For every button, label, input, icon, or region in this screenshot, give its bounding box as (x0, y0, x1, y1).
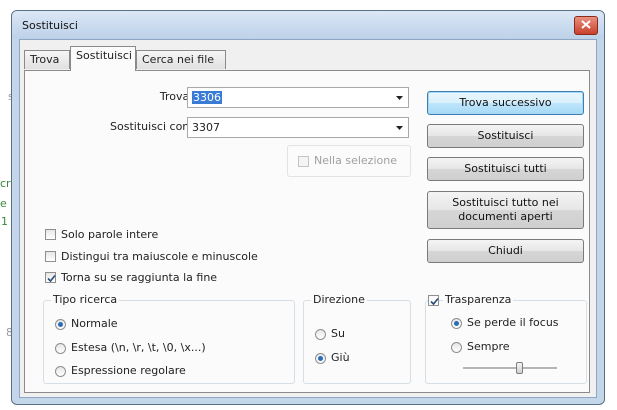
direction-down-radio[interactable] (315, 353, 326, 364)
on-lose-focus-label: Se perde il focus (467, 316, 559, 329)
dialog-body: Trova Sostituisci Cerca nei file Trova: … (19, 39, 597, 398)
whole-word-checkbox[interactable] (45, 229, 56, 240)
replace-value: 3307 (192, 121, 220, 134)
replace-all-button[interactable]: Sostituisci tutti (427, 157, 584, 181)
match-case-label: Distingui tra maiuscole e minuscole (61, 250, 258, 263)
chevron-down-icon[interactable] (396, 126, 403, 130)
find-next-button[interactable]: Trova successivo (427, 91, 584, 115)
window-title: Sostituisci (22, 19, 78, 32)
always-radio[interactable] (451, 342, 462, 353)
background-text: cr (0, 177, 11, 190)
match-case-checkbox[interactable] (45, 251, 56, 262)
direction-group: Direzione (303, 293, 411, 384)
regex-label: Espressione regolare (71, 364, 186, 377)
close-icon (581, 20, 591, 29)
chevron-down-icon[interactable] (396, 96, 403, 100)
direction-down-label: Giù (331, 351, 350, 364)
find-value: 3306 (192, 91, 222, 104)
whole-word-label: Solo parole intere (61, 228, 159, 241)
button-label-line: Sostituisci tutto nei (452, 196, 559, 209)
extended-radio[interactable] (55, 343, 66, 354)
background-text: e (0, 197, 7, 210)
replace-all-open-docs-button[interactable]: Sostituisci tutto nei documenti aperti (427, 191, 584, 229)
close-dialog-button[interactable]: Chiudi (427, 239, 584, 263)
title-bar[interactable]: Sostituisci (12, 11, 604, 39)
replace-dialog: Sostituisci Trova Sostituisci Cerca nei … (11, 10, 605, 405)
normal-label: Normale (71, 317, 118, 330)
transparency-slider-thumb[interactable] (516, 362, 524, 374)
direction-up-radio[interactable] (315, 329, 326, 340)
background-text: 1 (1, 215, 8, 228)
direction-up-label: Su (331, 327, 345, 340)
wrap-around-label: Torna su se raggiunta la fine (61, 271, 218, 284)
replace-input[interactable]: 3307 (187, 117, 409, 138)
replace-label: Sostituisci con: (110, 120, 193, 133)
tab-panel: Trova: 3306 Sostituisci con: 3307 Nella … (24, 70, 590, 393)
regex-radio[interactable] (55, 366, 66, 377)
transparency-checkbox[interactable] (428, 295, 439, 306)
checkmark-icon (430, 297, 439, 306)
transparency-slider-track[interactable] (463, 367, 557, 370)
normal-radio[interactable] (55, 319, 66, 330)
search-mode-title: Tipo ricerca (51, 293, 120, 306)
tab-find[interactable]: Trova (24, 50, 70, 69)
extended-label: Estesa (\n, \r, \t, \0, \x...) (71, 341, 206, 354)
find-input[interactable]: 3306 (187, 87, 409, 108)
tab-replace[interactable]: Sostituisci (70, 46, 136, 71)
button-label-line: documenti aperti (458, 210, 553, 223)
replace-button[interactable]: Sostituisci (427, 124, 584, 148)
checkmark-icon (47, 274, 56, 283)
in-selection-checkbox[interactable] (298, 156, 309, 167)
transparency-label: Trasparenza (443, 293, 514, 306)
tab-find-in-files[interactable]: Cerca nei file (136, 50, 226, 69)
wrap-around-checkbox[interactable] (45, 272, 56, 283)
close-button[interactable] (574, 16, 598, 35)
in-selection-label: Nella selezione (314, 154, 397, 167)
direction-title: Direzione (311, 293, 367, 306)
on-lose-focus-radio[interactable] (451, 318, 462, 329)
always-label: Sempre (467, 340, 510, 353)
